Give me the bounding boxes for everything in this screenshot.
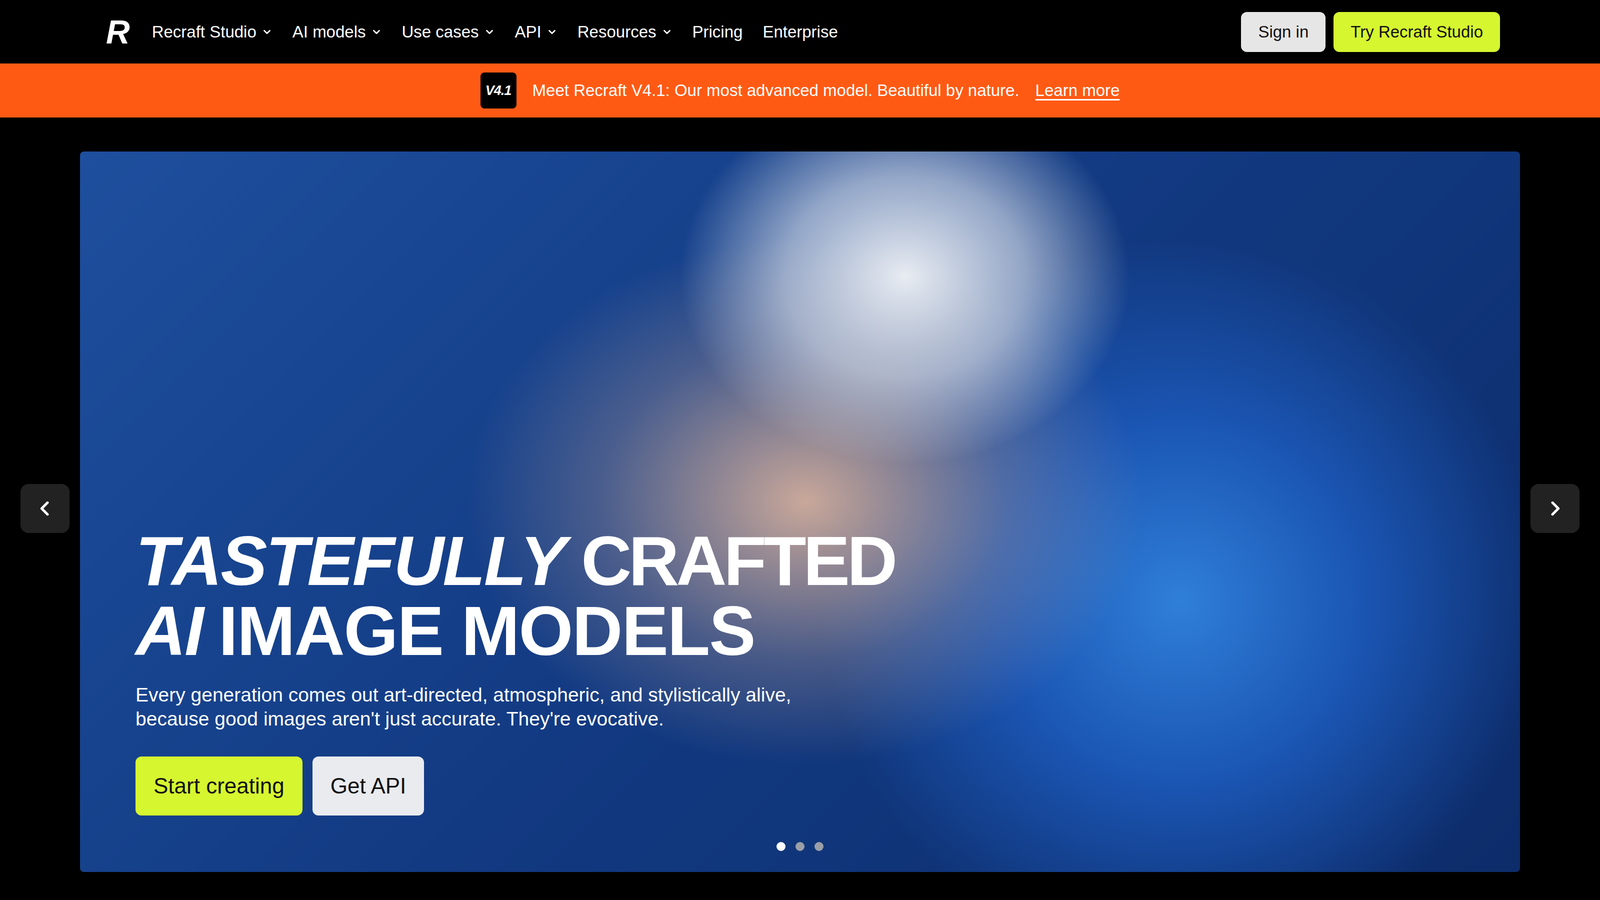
learn-more-link[interactable]: Learn more [1035, 78, 1120, 103]
nav-item[interactable]: AI models [292, 19, 382, 45]
banner-text: Meet Recraft V4.1: Our most advanced mod… [532, 78, 1020, 103]
get-api-button[interactable]: Get API [312, 756, 425, 816]
nav-item[interactable]: API [515, 19, 558, 45]
chevron-down-icon [661, 26, 673, 38]
hero-subtitle: Every generation comes out art-directed,… [135, 683, 846, 732]
sign-in-button[interactable]: Sign in [1241, 12, 1326, 52]
headline-word: IMAGE MODELS [218, 596, 755, 666]
nav-item-label: API [515, 19, 542, 45]
hero-carousel: TASTEFULLYCRAFTEDAIIMAGE MODELSEvery gen… [0, 117, 1600, 900]
try-studio-button[interactable]: Try Recraft Studio [1333, 12, 1500, 52]
nav-item-label: AI models [292, 19, 366, 45]
slide-indicators [80, 842, 1520, 851]
headline-line: TASTEFULLYCRAFTED [135, 526, 1520, 596]
slide-dot[interactable] [776, 842, 786, 851]
headline-word: AI [135, 596, 203, 666]
nav-item[interactable]: Resources [577, 19, 673, 45]
chevron-down-icon [371, 26, 382, 38]
nav-item[interactable]: Pricing [692, 19, 743, 45]
next-slide-button[interactable] [1530, 484, 1580, 533]
chevron-right-icon [1545, 498, 1565, 519]
hero-headline: TASTEFULLYCRAFTEDAIIMAGE MODELS [135, 526, 1520, 666]
nav-actions: Sign inTry Recraft Studio [1241, 12, 1500, 52]
hero-slide: TASTEFULLYCRAFTEDAIIMAGE MODELSEvery gen… [80, 151, 1520, 872]
nav-item[interactable]: Use cases [402, 19, 495, 45]
nav-item-label: Enterprise [762, 19, 838, 45]
previous-slide-button[interactable] [20, 484, 70, 533]
start-creating-button[interactable]: Start creating [135, 756, 303, 816]
nav-item-label: Use cases [402, 19, 479, 45]
chevron-down-icon [484, 26, 495, 38]
nav-item-label: Recraft Studio [152, 19, 257, 45]
nav-item[interactable]: Enterprise [762, 19, 838, 45]
hero-buttons: Start creatingGet API [135, 756, 1520, 816]
slide-dot[interactable] [814, 842, 824, 851]
chevron-down-icon [261, 26, 273, 38]
chevron-down-icon [546, 26, 558, 38]
headline-line: AIIMAGE MODELS [135, 596, 1520, 666]
nav-item[interactable]: Recraft Studio [152, 19, 273, 45]
recraft-logo[interactable]: R [106, 15, 129, 49]
version-badge: V4.1 [480, 72, 517, 109]
chevron-left-icon [35, 498, 55, 519]
headline-word: TASTEFULLY [135, 526, 565, 596]
nav-menu: Recraft Studio AI models Use cases API Resou… [152, 19, 838, 45]
nav-item-label: Resources [577, 19, 657, 45]
nav-item-label: Pricing [692, 19, 743, 45]
announcement-banner: V4.1 Meet Recraft V4.1: Our most advanced… [0, 63, 1600, 118]
headline-word: CRAFTED [581, 526, 895, 596]
slide-dot[interactable] [795, 842, 805, 851]
top-nav: R Recraft Studio AI models Use cases API Reso… [0, 0, 1600, 64]
